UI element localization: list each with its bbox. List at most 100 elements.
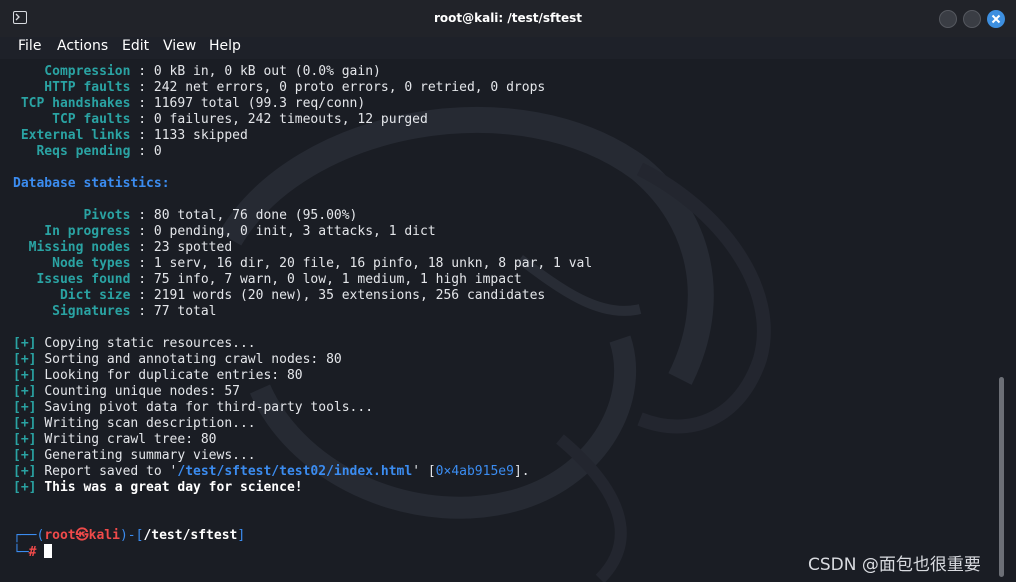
stat-value: 242 net errors, 0 proto errors, 0 retrie… [153, 80, 546, 95]
prompt-corner-top: ┌──( [13, 528, 45, 543]
db-row-issues-found: Issues found : 75 info, 7 warn, 0 low, 1… [13, 272, 522, 287]
prompt-user: root [44, 528, 76, 543]
science-text: This was a great day for science! [44, 480, 303, 495]
stat-label: Reqs pending [13, 144, 131, 159]
prompt-corner-bottom: └─ [13, 545, 29, 560]
db-row-dict-size: Dict size : 2191 words (20 new), 35 exte… [13, 288, 546, 303]
menu-file[interactable]: File [18, 38, 41, 54]
prompt-hash: # [28, 545, 37, 560]
db-label: Node types [13, 256, 131, 271]
report-prefix: Report saved to ' [44, 464, 178, 479]
text-cursor [44, 544, 53, 558]
db-row-signatures: Signatures : 77 total [13, 304, 217, 319]
stat-value: 1133 skipped [153, 128, 248, 143]
log-text: Copying static resources... [44, 336, 256, 351]
stat-value: 11697 total (99.3 req/conn) [153, 96, 366, 111]
db-value: 0 pending, 0 init, 3 attacks, 1 dict [153, 224, 436, 239]
db-label: Dict size [13, 288, 131, 303]
stat-label: TCP handshakes [13, 96, 131, 111]
log-text: Looking for duplicate entries: 80 [44, 368, 303, 383]
log-line: [+] Counting unique nodes: 57 [13, 384, 240, 400]
db-row-pivots: Pivots : 80 total, 76 done (95.00%) [13, 208, 358, 223]
log-line: [+] Writing crawl tree: 80 [13, 432, 217, 448]
prompt-line-bottom[interactable]: └─# [13, 544, 53, 560]
db-value: 1 serv, 16 dir, 20 file, 16 pinfo, 18 un… [153, 256, 593, 271]
prompt-close: ] [237, 528, 246, 543]
log-text: Sorting and annotating crawl nodes: 80 [44, 352, 342, 367]
db-value: 77 total [153, 304, 217, 319]
menu-help[interactable]: Help [209, 38, 241, 54]
title-bar: root@kali: /test/sftest [0, 0, 1016, 38]
watermark: CSDN @面包也很重要 [808, 555, 981, 575]
stat-label: TCP faults [13, 112, 131, 127]
db-row-missing-nodes: Missing nodes : 23 spotted [13, 240, 233, 255]
prompt-host: kali [88, 528, 120, 543]
report-mid: ' [ [412, 464, 436, 479]
prompt-line-top: ┌──(root㉿kali)-[/test/sftest] [13, 528, 245, 544]
log-text: Generating summary views... [44, 448, 256, 463]
db-value: 23 spotted [153, 240, 233, 255]
menu-edit[interactable]: Edit [122, 38, 149, 54]
stat-value: 0 failures, 242 timeouts, 12 purged [153, 112, 428, 127]
stat-row-reqs-pending: Reqs pending : 0 [13, 144, 162, 159]
menu-bar: File Actions Edit View Help [0, 37, 1016, 59]
log-marker: [+] [13, 432, 37, 447]
scrollbar-thumb[interactable] [999, 377, 1004, 577]
report-line: [+] Report saved to '/test/sftest/test02… [13, 464, 530, 480]
stat-row-tcp-handshakes: TCP handshakes : 11697 total (99.3 req/c… [13, 96, 366, 111]
close-button[interactable] [987, 10, 1005, 28]
minimize-icon [944, 15, 954, 25]
log-line: [+] Sorting and annotating crawl nodes: … [13, 352, 342, 368]
report-path[interactable]: /test/sftest/test02/index.html [177, 464, 412, 479]
section-heading-database: Database statistics: [13, 176, 170, 191]
db-value: 75 info, 7 warn, 0 low, 1 medium, 1 high… [153, 272, 522, 287]
menu-actions[interactable]: Actions [57, 38, 108, 54]
db-label: Issues found [13, 272, 131, 287]
log-marker: [+] [13, 336, 37, 351]
stat-value: 0 kB in, 0 kB out (0.0% gain) [153, 64, 381, 79]
db-label: Signatures [13, 304, 131, 319]
log-marker: [+] [13, 352, 37, 367]
prompt-cwd: /test/sftest [143, 528, 238, 543]
stat-row-compression: Compression : 0 kB in, 0 kB out (0.0% ga… [13, 64, 381, 79]
stat-row-tcp-faults: TCP faults : 0 failures, 242 timeouts, 1… [13, 112, 428, 127]
menu-view[interactable]: View [163, 38, 196, 54]
log-marker: [+] [13, 480, 37, 495]
db-row-node-types: Node types : 1 serv, 16 dir, 20 file, 16… [13, 256, 593, 271]
close-icon [991, 14, 1001, 24]
minimize-button[interactable] [939, 10, 957, 28]
terminal-area[interactable]: Compression : 0 kB in, 0 kB out (0.0% ga… [0, 59, 1016, 582]
log-text: Counting unique nodes: 57 [44, 384, 240, 399]
science-line: [+] This was a great day for science! [13, 480, 303, 496]
maximize-button[interactable] [963, 10, 981, 28]
stat-label: HTTP faults [13, 80, 131, 95]
log-text: Writing scan description... [44, 416, 256, 431]
log-text: Saving pivot data for third-party tools.… [44, 400, 374, 415]
log-marker: [+] [13, 400, 37, 415]
stat-label: External links [13, 128, 131, 143]
db-label: Missing nodes [13, 240, 131, 255]
log-line: [+] Looking for duplicate entries: 80 [13, 368, 303, 384]
log-text: Writing crawl tree: 80 [44, 432, 217, 447]
log-line: [+] Writing scan description... [13, 416, 256, 432]
db-label: In progress [13, 224, 131, 239]
log-marker: [+] [13, 464, 37, 479]
maximize-icon [968, 15, 978, 25]
db-value: 2191 words (20 new), 35 extensions, 256 … [153, 288, 546, 303]
db-label: Pivots [13, 208, 131, 223]
prompt-sep: )-[ [119, 528, 144, 543]
prompt-at: ㉿ [75, 528, 89, 543]
db-row-in-progress: In progress : 0 pending, 0 init, 3 attac… [13, 224, 436, 239]
log-marker: [+] [13, 384, 37, 399]
log-marker: [+] [13, 368, 37, 383]
stat-row-http-faults: HTTP faults : 242 net errors, 0 proto er… [13, 80, 546, 95]
db-value: 80 total, 76 done (95.00%) [153, 208, 358, 223]
stat-value: 0 [153, 144, 162, 159]
log-marker: [+] [13, 416, 37, 431]
report-suffix: ]. [513, 464, 530, 479]
log-line: [+] Saving pivot data for third-party to… [13, 400, 373, 416]
log-marker: [+] [13, 448, 37, 463]
stat-row-external-links: External links : 1133 skipped [13, 128, 248, 143]
window-title: root@kali: /test/sftest [433, 11, 583, 25]
log-line: [+] Generating summary views... [13, 448, 256, 464]
